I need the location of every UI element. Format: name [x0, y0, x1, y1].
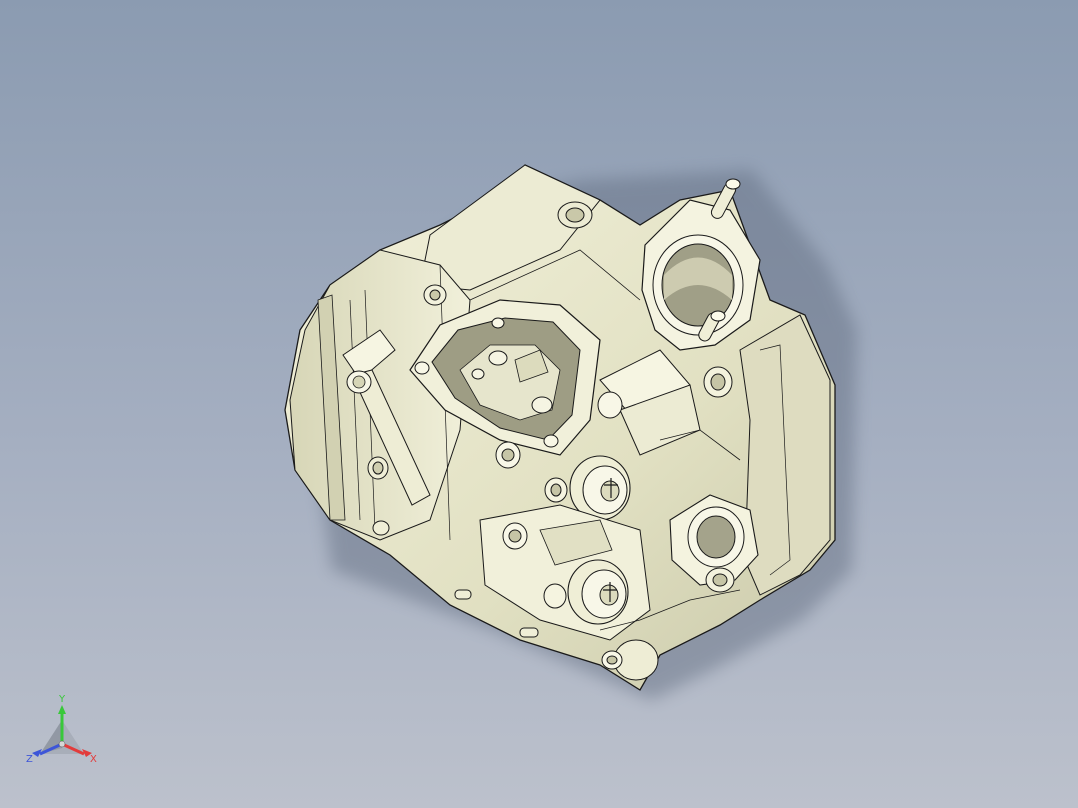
x-axis-label: X [90, 754, 97, 765]
y-axis-arrow [58, 705, 66, 714]
gearbox-3d-model[interactable] [0, 0, 1078, 808]
3d-viewport[interactable]: Y X Z [0, 0, 1078, 808]
z-axis-label: Z [26, 754, 33, 765]
y-axis-label: Y [58, 694, 66, 705]
axis-triad[interactable]: Y X Z [20, 690, 110, 770]
triad-origin [58, 740, 66, 748]
